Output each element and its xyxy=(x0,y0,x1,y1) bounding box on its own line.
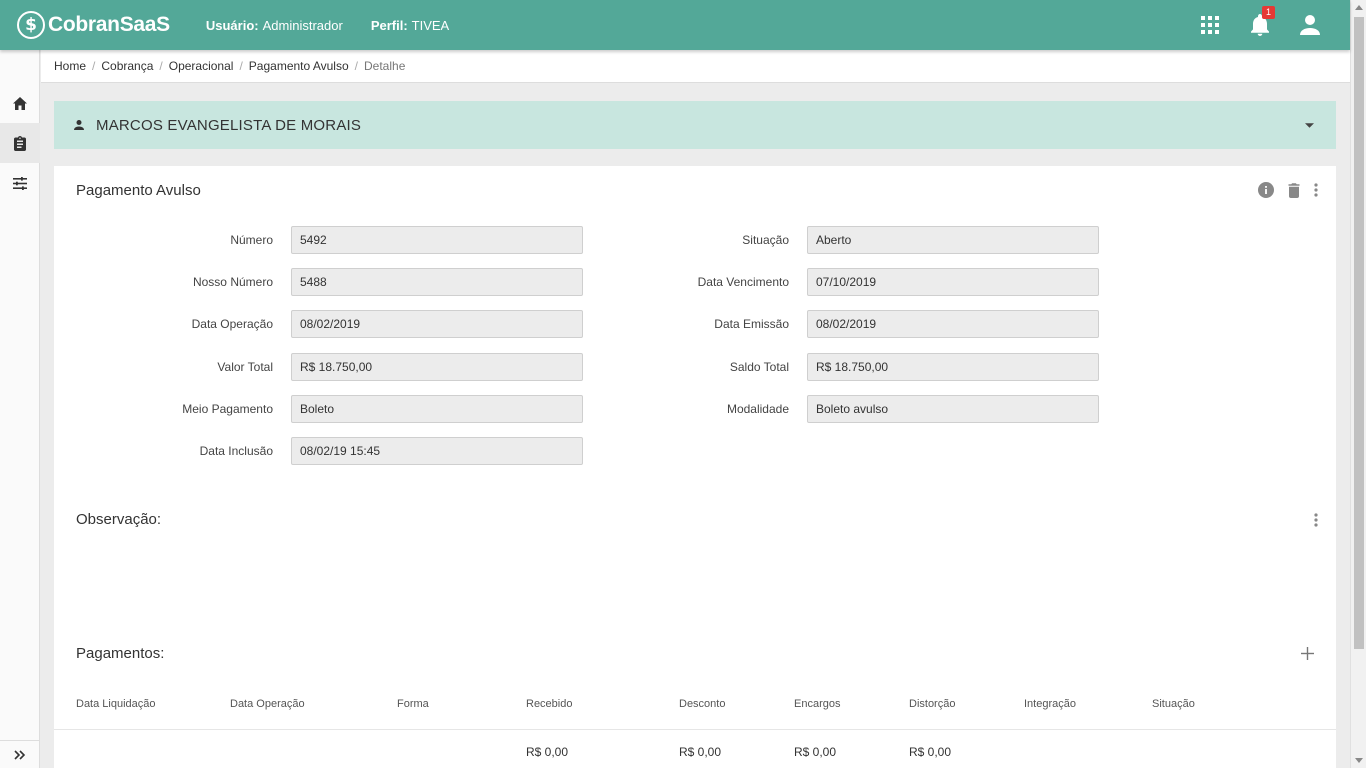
field-label: Data Emissão xyxy=(714,317,789,331)
user-info-user: Usuário: Administrador xyxy=(206,18,343,33)
field-nosso-numero: Nosso Número xyxy=(154,268,583,296)
field-data-operacao: Data Operação xyxy=(154,310,583,338)
field-label: Data Inclusão xyxy=(199,444,273,458)
data-emissao-input[interactable] xyxy=(807,310,1099,338)
apps-grid-icon[interactable] xyxy=(1198,13,1222,37)
notifications-bell-icon[interactable]: 1 xyxy=(1248,6,1275,37)
clipboard-icon[interactable] xyxy=(0,123,40,163)
logo-icon: $ xyxy=(17,11,45,39)
expand-sidebar-icon[interactable] xyxy=(0,740,40,768)
observacao-title: Observação: xyxy=(76,511,162,528)
data-inclusao-input[interactable] xyxy=(291,437,583,465)
modalidade-input[interactable] xyxy=(807,395,1099,423)
field-meio-pagamento: Meio Pagamento xyxy=(154,395,583,423)
column-header-desconto[interactable]: Desconto xyxy=(679,698,725,710)
card-title: Pagamento Avulso xyxy=(76,182,201,199)
field-data-emissao: Data Emissão xyxy=(654,310,1099,338)
breadcrumb-cobranca[interactable]: Cobrança xyxy=(101,59,153,73)
user-label: Usuário: xyxy=(205,17,259,33)
field-label: Valor Total xyxy=(217,360,273,374)
breadcrumb-pagamento-avulso[interactable]: Pagamento Avulso xyxy=(249,59,349,73)
field-label: Nosso Número xyxy=(192,275,273,289)
observacao-more-vert-icon[interactable] xyxy=(1314,513,1318,527)
breadcrumb-operacional[interactable]: Operacional xyxy=(169,59,234,73)
profile-value: TIVEA xyxy=(411,17,450,33)
person-icon xyxy=(74,120,84,130)
settings-sliders-icon[interactable] xyxy=(0,163,40,203)
column-header-situacao[interactable]: Situação xyxy=(1152,698,1195,710)
field-valor-total: Valor Total xyxy=(154,353,583,381)
field-situacao: Situação xyxy=(654,226,1099,254)
field-label: Situação xyxy=(742,233,789,247)
scroll-up-arrow-icon[interactable] xyxy=(1355,5,1363,10)
total-distorcao: R$ 0,00 xyxy=(909,745,952,759)
saldo-total-input[interactable] xyxy=(807,353,1099,381)
data-operacao-input[interactable] xyxy=(291,310,583,338)
valor-total-input[interactable] xyxy=(291,353,583,381)
breadcrumb-separator: / xyxy=(159,59,163,73)
vertical-scrollbar[interactable] xyxy=(1350,0,1366,768)
field-label: Saldo Total xyxy=(729,360,789,374)
person-name: MARCOS EVANGELISTA DE MORAIS xyxy=(96,116,362,134)
sidebar xyxy=(0,50,40,768)
field-label: Data Vencimento xyxy=(697,275,789,289)
breadcrumb: Home / Cobrança / Operacional / Pagamento A… xyxy=(41,50,1350,83)
more-vert-icon[interactable] xyxy=(1314,183,1318,197)
user-info: Usuário: Administrador Perfil: TIVEA xyxy=(206,18,449,33)
notification-badge: 1 xyxy=(1261,6,1275,19)
top-bar: $ CobranSaaS Usuário: Administrador Perfi… xyxy=(0,0,1350,50)
meio-pagamento-input[interactable] xyxy=(291,395,583,423)
breadcrumb-separator: / xyxy=(92,59,96,73)
field-label: Meio Pagamento xyxy=(182,402,273,416)
user-value: Administrador xyxy=(262,17,343,33)
field-data-vencimento: Data Vencimento xyxy=(654,268,1099,296)
breadcrumb-detalhe: Detalhe xyxy=(364,59,406,73)
person-panel-header[interactable]: MARCOS EVANGELISTA DE MORAIS xyxy=(54,101,1336,149)
user-account-icon[interactable] xyxy=(1298,13,1322,37)
pagamentos-title: Pagamentos: xyxy=(76,645,165,662)
user-info-profile: Perfil: TIVEA xyxy=(371,18,449,33)
chevron-down-icon[interactable] xyxy=(1305,122,1314,128)
field-label: Data Operação xyxy=(191,317,273,331)
field-data-inclusao: Data Inclusão xyxy=(154,437,583,465)
column-header-recebido[interactable]: Recebido xyxy=(526,698,572,710)
scroll-down-arrow-icon[interactable] xyxy=(1355,758,1363,763)
breadcrumb-separator: / xyxy=(239,59,243,73)
delete-trash-icon[interactable] xyxy=(1288,182,1300,198)
total-desconto: R$ 0,00 xyxy=(679,745,722,759)
total-encargos: R$ 0,00 xyxy=(794,745,837,759)
column-header-forma[interactable]: Forma xyxy=(397,698,429,710)
field-numero: Número xyxy=(154,226,583,254)
field-label: Número xyxy=(230,233,273,247)
situacao-input[interactable] xyxy=(807,226,1099,254)
field-modalidade: Modalidade xyxy=(654,395,1099,423)
nosso-numero-input[interactable] xyxy=(291,268,583,296)
column-header-data-operacao[interactable]: Data Operação xyxy=(230,698,305,710)
home-icon[interactable] xyxy=(0,83,40,123)
numero-input[interactable] xyxy=(291,226,583,254)
table-divider xyxy=(54,729,1336,730)
logo-text: CobranSaaS xyxy=(48,13,170,36)
data-vencimento-input[interactable] xyxy=(807,268,1099,296)
column-header-integracao[interactable]: Integração xyxy=(1024,698,1076,710)
field-saldo-total: Saldo Total xyxy=(654,353,1099,381)
info-icon[interactable] xyxy=(1258,182,1274,198)
scroll-thumb[interactable] xyxy=(1354,17,1364,649)
payment-card: Pagamento Avulso Número Nosso Número Dat… xyxy=(54,166,1336,768)
column-header-distorcao[interactable]: Distorção xyxy=(909,698,955,710)
add-payment-plus-icon[interactable] xyxy=(1301,647,1314,660)
column-header-encargos[interactable]: Encargos xyxy=(794,698,840,710)
profile-label: Perfil: xyxy=(370,17,408,33)
field-label: Modalidade xyxy=(726,402,789,416)
breadcrumb-home[interactable]: Home xyxy=(54,59,86,73)
column-header-data-liquidacao[interactable]: Data Liquidação xyxy=(76,698,156,710)
total-recebido: R$ 0,00 xyxy=(526,745,569,759)
breadcrumb-separator: / xyxy=(354,59,358,73)
logo[interactable]: $ CobranSaaS xyxy=(17,11,170,39)
